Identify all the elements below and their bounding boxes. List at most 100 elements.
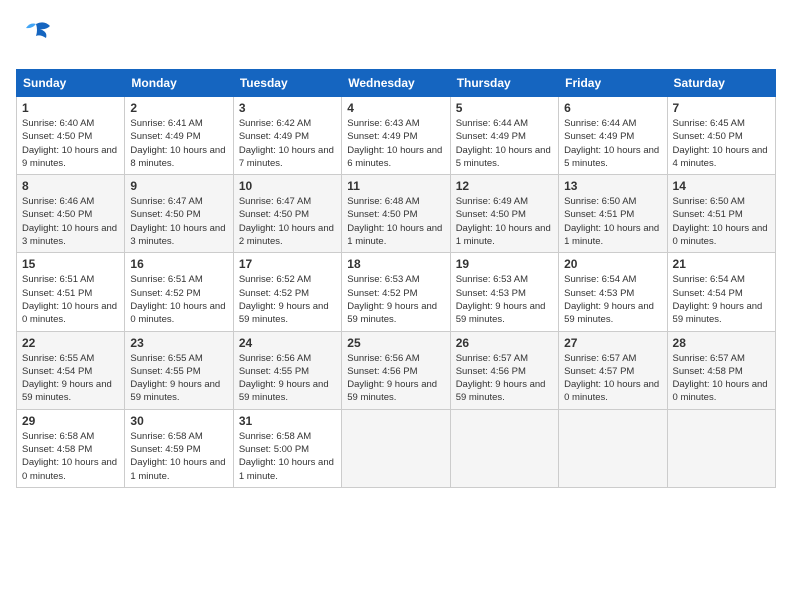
calendar-week-row: 22 Sunrise: 6:55 AM Sunset: 4:54 PM Dayl… — [17, 331, 776, 409]
sunrise: Sunrise: 6:50 AM — [673, 196, 745, 207]
sunset: Sunset: 4:59 PM — [130, 444, 200, 455]
sunset: Sunset: 4:49 PM — [456, 131, 526, 142]
daylight: Daylight: 10 hours and 1 minute. — [239, 457, 334, 481]
column-header-wednesday: Wednesday — [342, 70, 450, 97]
sunrise: Sunrise: 6:53 AM — [456, 274, 528, 285]
sunset: Sunset: 4:49 PM — [239, 131, 309, 142]
calendar-cell: 11 Sunrise: 6:48 AM Sunset: 4:50 PM Dayl… — [342, 175, 450, 253]
day-info: Sunrise: 6:51 AM Sunset: 4:52 PM Dayligh… — [130, 273, 227, 326]
sunset: Sunset: 4:50 PM — [456, 209, 526, 220]
sunrise: Sunrise: 6:55 AM — [22, 353, 94, 364]
calendar-cell — [559, 409, 667, 487]
calendar-cell: 1 Sunrise: 6:40 AM Sunset: 4:50 PM Dayli… — [17, 97, 125, 175]
daylight: Daylight: 10 hours and 8 minutes. — [130, 145, 225, 169]
calendar-cell: 24 Sunrise: 6:56 AM Sunset: 4:55 PM Dayl… — [233, 331, 341, 409]
sunset: Sunset: 4:52 PM — [347, 288, 417, 299]
day-number: 11 — [347, 179, 444, 193]
sunset: Sunset: 4:50 PM — [673, 131, 743, 142]
sunrise: Sunrise: 6:56 AM — [347, 353, 419, 364]
day-number: 15 — [22, 257, 119, 271]
sunrise: Sunrise: 6:46 AM — [22, 196, 94, 207]
day-info: Sunrise: 6:57 AM Sunset: 4:58 PM Dayligh… — [673, 352, 770, 405]
sunset: Sunset: 4:49 PM — [130, 131, 200, 142]
day-info: Sunrise: 6:45 AM Sunset: 4:50 PM Dayligh… — [673, 117, 770, 170]
day-number: 18 — [347, 257, 444, 271]
sunrise: Sunrise: 6:48 AM — [347, 196, 419, 207]
sunrise: Sunrise: 6:43 AM — [347, 118, 419, 129]
day-number: 17 — [239, 257, 336, 271]
sunrise: Sunrise: 6:57 AM — [673, 353, 745, 364]
calendar-cell: 7 Sunrise: 6:45 AM Sunset: 4:50 PM Dayli… — [667, 97, 775, 175]
day-info: Sunrise: 6:48 AM Sunset: 4:50 PM Dayligh… — [347, 195, 444, 248]
day-number: 31 — [239, 414, 336, 428]
daylight: Daylight: 10 hours and 5 minutes. — [456, 145, 551, 169]
daylight: Daylight: 10 hours and 3 minutes. — [130, 223, 225, 247]
sunset: Sunset: 4:50 PM — [22, 209, 92, 220]
day-number: 25 — [347, 336, 444, 350]
sunrise: Sunrise: 6:41 AM — [130, 118, 202, 129]
sunset: Sunset: 4:58 PM — [22, 444, 92, 455]
calendar-cell — [667, 409, 775, 487]
day-info: Sunrise: 6:46 AM Sunset: 4:50 PM Dayligh… — [22, 195, 119, 248]
day-number: 27 — [564, 336, 661, 350]
daylight: Daylight: 10 hours and 1 minute. — [347, 223, 442, 247]
calendar-table: SundayMondayTuesdayWednesdayThursdayFrid… — [16, 69, 776, 488]
sunrise: Sunrise: 6:44 AM — [456, 118, 528, 129]
daylight: Daylight: 9 hours and 59 minutes. — [347, 379, 437, 403]
logo — [16, 16, 60, 61]
page-header — [16, 16, 776, 61]
day-info: Sunrise: 6:54 AM Sunset: 4:53 PM Dayligh… — [564, 273, 661, 326]
sunrise: Sunrise: 6:53 AM — [347, 274, 419, 285]
sunrise: Sunrise: 6:49 AM — [456, 196, 528, 207]
sunrise: Sunrise: 6:47 AM — [130, 196, 202, 207]
calendar-cell: 25 Sunrise: 6:56 AM Sunset: 4:56 PM Dayl… — [342, 331, 450, 409]
day-number: 12 — [456, 179, 553, 193]
sunset: Sunset: 4:49 PM — [347, 131, 417, 142]
day-number: 8 — [22, 179, 119, 193]
daylight: Daylight: 10 hours and 0 minutes. — [564, 379, 659, 403]
sunset: Sunset: 4:50 PM — [22, 131, 92, 142]
calendar-cell: 9 Sunrise: 6:47 AM Sunset: 4:50 PM Dayli… — [125, 175, 233, 253]
day-info: Sunrise: 6:57 AM Sunset: 4:56 PM Dayligh… — [456, 352, 553, 405]
calendar-cell — [342, 409, 450, 487]
sunset: Sunset: 4:55 PM — [130, 366, 200, 377]
day-info: Sunrise: 6:57 AM Sunset: 4:57 PM Dayligh… — [564, 352, 661, 405]
calendar-cell: 18 Sunrise: 6:53 AM Sunset: 4:52 PM Dayl… — [342, 253, 450, 331]
day-number: 14 — [673, 179, 770, 193]
sunset: Sunset: 4:51 PM — [22, 288, 92, 299]
calendar-cell: 27 Sunrise: 6:57 AM Sunset: 4:57 PM Dayl… — [559, 331, 667, 409]
calendar-cell: 14 Sunrise: 6:50 AM Sunset: 4:51 PM Dayl… — [667, 175, 775, 253]
sunrise: Sunrise: 6:58 AM — [22, 431, 94, 442]
day-info: Sunrise: 6:58 AM Sunset: 4:58 PM Dayligh… — [22, 430, 119, 483]
daylight: Daylight: 9 hours and 59 minutes. — [347, 301, 437, 325]
calendar-cell: 15 Sunrise: 6:51 AM Sunset: 4:51 PM Dayl… — [17, 253, 125, 331]
day-number: 7 — [673, 101, 770, 115]
day-number: 6 — [564, 101, 661, 115]
sunrise: Sunrise: 6:54 AM — [564, 274, 636, 285]
daylight: Daylight: 10 hours and 9 minutes. — [22, 145, 117, 169]
calendar-cell: 29 Sunrise: 6:58 AM Sunset: 4:58 PM Dayl… — [17, 409, 125, 487]
day-number: 9 — [130, 179, 227, 193]
sunset: Sunset: 4:52 PM — [130, 288, 200, 299]
calendar-cell: 20 Sunrise: 6:54 AM Sunset: 4:53 PM Dayl… — [559, 253, 667, 331]
day-info: Sunrise: 6:51 AM Sunset: 4:51 PM Dayligh… — [22, 273, 119, 326]
day-info: Sunrise: 6:54 AM Sunset: 4:54 PM Dayligh… — [673, 273, 770, 326]
daylight: Daylight: 10 hours and 0 minutes. — [22, 301, 117, 325]
day-info: Sunrise: 6:47 AM Sunset: 4:50 PM Dayligh… — [239, 195, 336, 248]
calendar-cell: 17 Sunrise: 6:52 AM Sunset: 4:52 PM Dayl… — [233, 253, 341, 331]
column-header-monday: Monday — [125, 70, 233, 97]
sunrise: Sunrise: 6:56 AM — [239, 353, 311, 364]
calendar-cell: 21 Sunrise: 6:54 AM Sunset: 4:54 PM Dayl… — [667, 253, 775, 331]
calendar-cell: 19 Sunrise: 6:53 AM Sunset: 4:53 PM Dayl… — [450, 253, 558, 331]
day-number: 21 — [673, 257, 770, 271]
calendar-cell: 3 Sunrise: 6:42 AM Sunset: 4:49 PM Dayli… — [233, 97, 341, 175]
sunrise: Sunrise: 6:58 AM — [130, 431, 202, 442]
sunset: Sunset: 4:50 PM — [347, 209, 417, 220]
column-header-thursday: Thursday — [450, 70, 558, 97]
calendar-week-row: 1 Sunrise: 6:40 AM Sunset: 4:50 PM Dayli… — [17, 97, 776, 175]
daylight: Daylight: 9 hours and 59 minutes. — [22, 379, 112, 403]
daylight: Daylight: 10 hours and 7 minutes. — [239, 145, 334, 169]
calendar-cell: 10 Sunrise: 6:47 AM Sunset: 4:50 PM Dayl… — [233, 175, 341, 253]
daylight: Daylight: 10 hours and 3 minutes. — [22, 223, 117, 247]
sunset: Sunset: 4:54 PM — [22, 366, 92, 377]
